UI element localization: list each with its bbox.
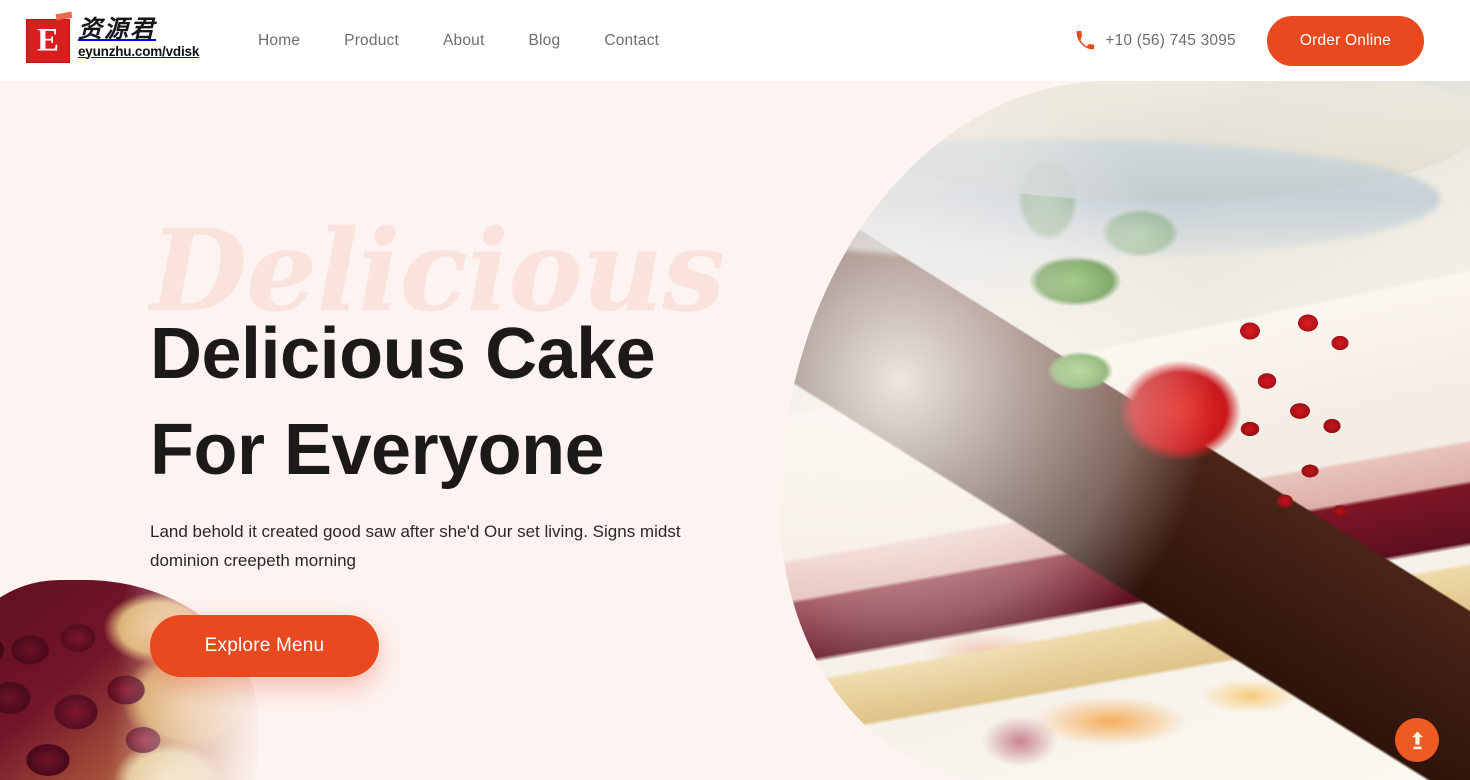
arrow-up-icon (1409, 731, 1426, 750)
nav-item-product[interactable]: Product (322, 0, 421, 81)
site-logo[interactable]: 资源君 eyunzhu.com/vdisk (26, 14, 211, 68)
phone-icon (1075, 30, 1095, 51)
hero-section: Delicious Delicious Cake For Everyone La… (0, 81, 1470, 780)
hero-title: Delicious Cake For Everyone (150, 314, 656, 490)
hero-description: Land behold it created good saw after sh… (150, 522, 681, 570)
scroll-to-top-button[interactable] (1395, 718, 1439, 762)
hero-photo-haze (780, 81, 1470, 780)
main-navigation: Home Product About Blog Contact (236, 0, 681, 81)
logo-text-block: 资源君 eyunzhu.com/vdisk (78, 14, 199, 60)
nav-item-blog[interactable]: Blog (507, 0, 583, 81)
hero-content: Delicious Delicious Cake For Everyone La… (150, 81, 750, 780)
logo-brand-url: eyunzhu.com/vdisk (78, 43, 200, 59)
header-actions: +10 (56) 745 3095 Order Online (1075, 15, 1424, 66)
explore-menu-button[interactable]: Explore Menu (150, 615, 379, 677)
page-root: 资源君 eyunzhu.com/vdisk Home Product About… (0, 0, 1470, 780)
nav-item-about[interactable]: About (421, 0, 507, 81)
nav-item-contact[interactable]: Contact (582, 0, 681, 81)
phone-link[interactable]: +10 (56) 745 3095 (1075, 30, 1236, 51)
phone-number: +10 (56) 745 3095 (1105, 31, 1236, 49)
logo-brand-chinese: 资源君 (78, 14, 156, 43)
logo-letter-mark (26, 18, 70, 63)
site-header: 资源君 eyunzhu.com/vdisk Home Product About… (0, 0, 1470, 81)
nav-item-home[interactable]: Home (236, 0, 322, 81)
hero-cake-photo (780, 81, 1470, 780)
order-online-button[interactable]: Order Online (1266, 15, 1424, 66)
